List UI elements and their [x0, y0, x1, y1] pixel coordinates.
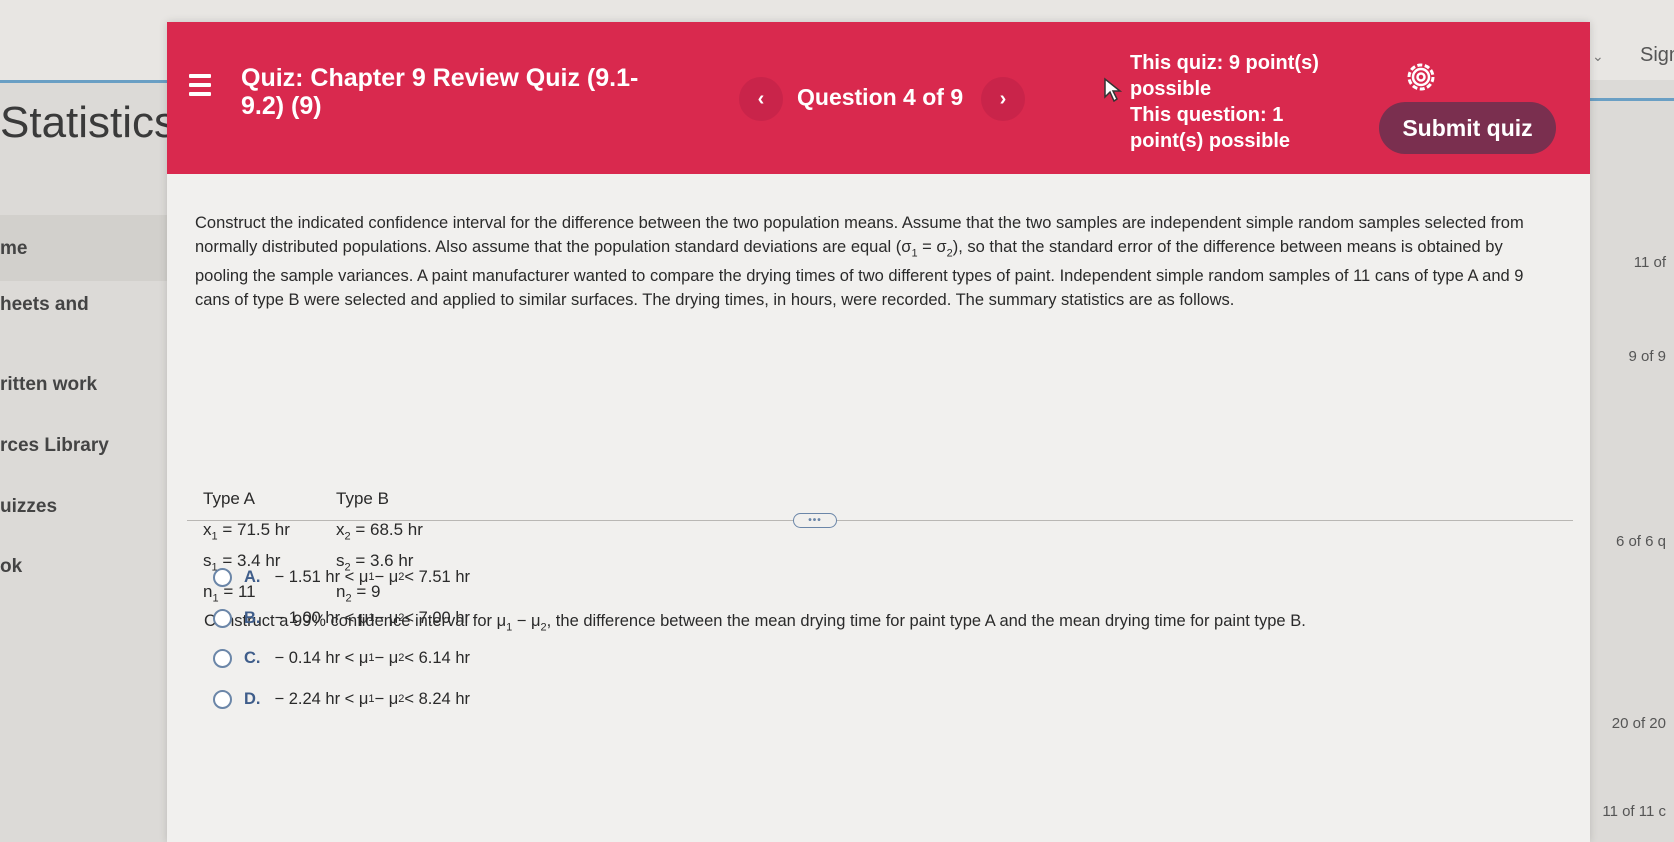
type-b-header: Type B: [336, 489, 389, 508]
chevron-down-icon[interactable]: ⌄: [1592, 48, 1604, 65]
answer-choice-b[interactable]: B. − 1.00 hr < μ1 − μ2 < 7.00 hr: [213, 604, 470, 632]
radio-button[interactable]: [213, 608, 232, 628]
sidebar-item-written-work[interactable]: ritten work: [0, 374, 97, 396]
background-accent-line-right: [1585, 98, 1674, 101]
x1-value: x1 = 71.5 hr: [203, 520, 290, 543]
quiz-points: This quiz: 9 point(s) possible: [1130, 52, 1319, 100]
question-counter: Question 4 of 9: [797, 84, 964, 110]
quiz-header: Quiz: Chapter 9 Review Quiz (9.1-9.2) (9…: [167, 22, 1590, 174]
x2-value: x2 = 68.5 hr: [336, 520, 423, 543]
type-a-header: Type A: [203, 489, 255, 508]
progress-count: 9 of 9: [1628, 348, 1666, 365]
question-content: Construct the indicated confidence inter…: [167, 174, 1590, 842]
progress-count: 11 of: [1633, 254, 1666, 271]
radio-button[interactable]: [213, 689, 232, 709]
answer-choice-a[interactable]: A. − 1.51 hr < μ1 − μ2 < 7.51 hr: [213, 563, 470, 591]
progress-count: 6 of 6 q: [1615, 533, 1666, 550]
quiz-title: Quiz: Chapter 9 Review Quiz (9.1-9.2) (9…: [241, 64, 639, 120]
answer-choice-d[interactable]: D. − 2.24 hr < μ1 − μ2 < 8.24 hr: [213, 685, 470, 713]
course-brand: Statistics: [0, 98, 177, 147]
sidebar-item-home[interactable]: me: [0, 238, 27, 260]
radio-button[interactable]: [213, 567, 232, 587]
sidebar-item-worksheets[interactable]: heets and: [0, 294, 89, 316]
question-points: This question: 1 point(s) possible: [1130, 104, 1290, 152]
next-question-button[interactable]: ›: [981, 77, 1025, 121]
background-accent-line: [0, 80, 170, 83]
progress-count: 11 of 11 c: [1602, 803, 1666, 820]
gear-icon[interactable]: [1404, 60, 1438, 94]
answer-choice-c[interactable]: C. − 0.14 hr < μ1 − μ2 < 6.14 hr: [213, 644, 470, 672]
question-text: Construct the indicated confidence inter…: [195, 214, 1524, 309]
submit-quiz-button[interactable]: Submit quiz: [1379, 102, 1556, 154]
expand-handle[interactable]: •••: [793, 513, 837, 528]
sidebar-item-ebook[interactable]: ok: [0, 556, 22, 578]
sidebar-item-resources-library[interactable]: rces Library: [0, 435, 109, 457]
sign-link[interactable]: Sign: [1640, 44, 1674, 67]
menu-icon[interactable]: [189, 74, 211, 98]
points-info: This quiz: 9 point(s) possible This ques…: [1130, 50, 1340, 154]
previous-question-button[interactable]: ‹: [739, 77, 783, 121]
mouse-pointer-icon: [1104, 77, 1123, 103]
section-divider: [187, 520, 1573, 521]
sidebar-item-quizzes[interactable]: uizzes: [0, 496, 57, 518]
progress-count: 20 of 20: [1611, 715, 1666, 732]
quiz-modal: Quiz: Chapter 9 Review Quiz (9.1-9.2) (9…: [167, 22, 1590, 842]
radio-button[interactable]: [213, 648, 232, 668]
